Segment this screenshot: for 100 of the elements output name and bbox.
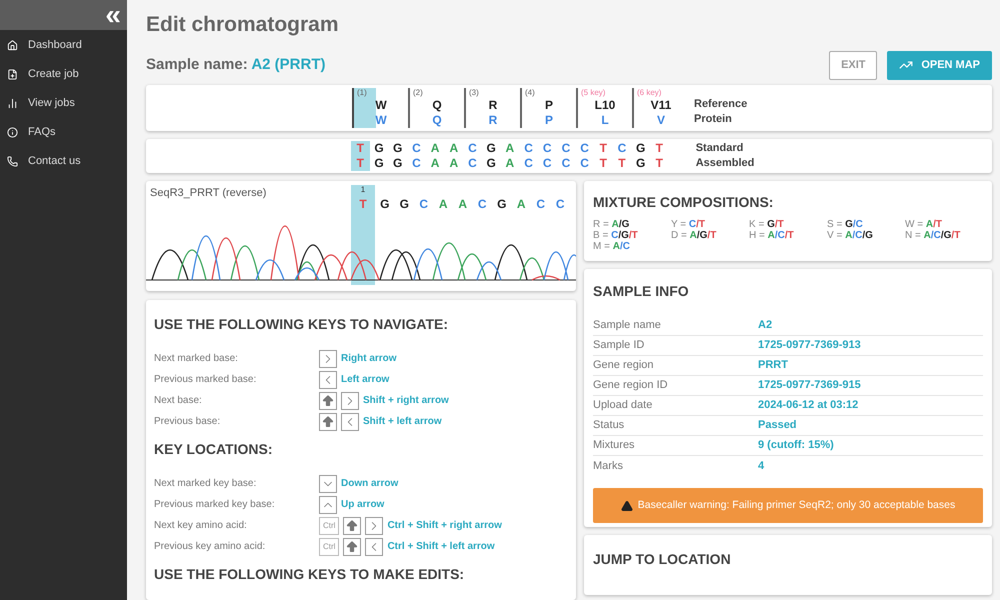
base-letter[interactable]: C: [580, 141, 589, 156]
base-letter[interactable]: A: [449, 141, 458, 156]
mixture-code: W = A/T: [905, 219, 943, 230]
codon-column[interactable]: (3) R R: [464, 88, 520, 128]
mixture-code: H = A/C/T: [749, 230, 795, 241]
base-letter[interactable]: A: [449, 156, 458, 171]
base-letter[interactable]: G: [393, 156, 402, 171]
base-letter[interactable]: C: [618, 141, 626, 156]
codon-column[interactable]: (1) W W: [352, 88, 408, 128]
reference-amino-acid: R: [488, 98, 498, 113]
section-heading: KEY LOCATIONS:: [154, 440, 274, 459]
info-label: Upload date: [593, 398, 654, 414]
base-letter[interactable]: C: [542, 156, 552, 171]
base-letter[interactable]: A: [506, 156, 514, 171]
base-letter[interactable]: G: [636, 156, 646, 171]
shortcut-keys-text: Down arrow: [341, 477, 398, 491]
base-letter[interactable]: C: [542, 141, 552, 156]
base-letter[interactable]: C: [468, 156, 477, 171]
codon-column[interactable]: (4) P P: [520, 88, 576, 128]
base-letter[interactable]: C: [412, 156, 421, 171]
shortcut-keys-text: Up arrow: [341, 498, 384, 512]
base-letter[interactable]: C: [524, 156, 533, 171]
shortcut-label: Previous key amino acid:: [154, 540, 266, 554]
info-value: Passed: [758, 418, 797, 434]
sidebar-item[interactable]: Create job: [0, 60, 127, 89]
shortcut-label: Next key amino acid:: [154, 519, 248, 533]
exit-button[interactable]: EXIT: [829, 50, 878, 80]
base-letter[interactable]: C: [472, 195, 492, 213]
base-letter[interactable]: G: [375, 195, 394, 213]
base-letter[interactable]: C: [412, 141, 421, 156]
base-letter[interactable]: G: [374, 156, 384, 171]
trace-title: SeqR3_PRRT (reverse): [149, 186, 268, 201]
base-letter[interactable]: G: [394, 195, 414, 213]
info-value: 2024-06-12 at 03:12: [758, 398, 858, 414]
sidebar-item[interactable]: Contact us: [0, 147, 127, 176]
base-letter[interactable]: G: [636, 141, 646, 156]
base-letter[interactable]: T: [618, 156, 626, 171]
base-letter[interactable]: G: [393, 141, 402, 156]
base-letter[interactable]: T: [600, 141, 607, 156]
codon-column[interactable]: (6 key) V11 V: [632, 88, 688, 128]
section-heading: USE THE FOLLOWING KEYS TO MAKE EDITS:: [154, 565, 466, 584]
base-letter[interactable]: A: [506, 141, 514, 156]
up-chevron-key-icon: [319, 496, 337, 514]
sidebar-item[interactable]: View jobs: [0, 89, 127, 118]
shortcut-label: Previous marked key base:: [154, 498, 276, 512]
base-letter[interactable]: A: [512, 195, 531, 213]
collapse-button[interactable]: «: [105, 1, 121, 29]
shortcut-keys-text: Right arrow: [341, 352, 397, 366]
row-label: Standard: [696, 141, 744, 156]
base-letter[interactable]: G: [486, 141, 496, 156]
base-letter[interactable]: T: [351, 195, 375, 213]
info-label: Mixtures: [593, 438, 636, 454]
home-icon: [7, 40, 18, 51]
codon-column[interactable]: (2) Q Q: [408, 88, 464, 128]
mixture-code: S = G/C: [827, 219, 864, 230]
base-letter[interactable]: C: [531, 195, 550, 213]
page-title: Edit chromatogram: [146, 14, 340, 35]
ctrl-key: Ctrl: [319, 516, 340, 534]
info-label: Sample ID: [593, 338, 646, 354]
base-letter[interactable]: A: [453, 195, 472, 213]
base-letter[interactable]: G: [374, 141, 384, 156]
shortcut-label: Previous marked base:: [154, 373, 258, 387]
base-letter[interactable]: T: [600, 156, 607, 171]
row-label: Protein: [694, 112, 733, 127]
base-letter[interactable]: C: [524, 141, 533, 156]
position-label: (6 key): [636, 88, 662, 98]
file-plus-icon: [7, 69, 18, 80]
position-label: (1): [356, 88, 367, 98]
base-letter[interactable]: G: [486, 156, 496, 171]
base-letter[interactable]: C: [562, 156, 570, 171]
base-letter[interactable]: T: [656, 141, 664, 156]
base-letter[interactable]: C: [414, 195, 434, 213]
open-map-button[interactable]: OPEN MAP: [887, 50, 992, 80]
base-letter[interactable]: C: [550, 195, 570, 213]
base-letter[interactable]: T: [656, 156, 664, 171]
shortcut-label: Next marked base:: [154, 352, 239, 366]
sidebar-item[interactable]: Dashboard: [0, 31, 127, 60]
info-value: PRRT: [758, 358, 788, 374]
reference-amino-acid: L10: [594, 98, 616, 113]
section-heading: JUMP TO LOCATION: [593, 550, 732, 569]
codon-column[interactable]: (5 key) L10 L: [576, 88, 632, 128]
mixture-code: D = A/G/T: [671, 230, 718, 241]
base-letter[interactable]: A: [430, 156, 440, 171]
shortcut-label: Next marked key base:: [154, 477, 258, 491]
shift-key-icon: [343, 538, 362, 556]
base-letter[interactable]: C: [468, 141, 477, 156]
section-heading: SAMPLE INFO: [593, 282, 690, 301]
base-letter[interactable]: C: [562, 141, 570, 156]
shift-key-icon: [319, 392, 337, 410]
info-label: Marks: [593, 458, 624, 474]
shortcut-keys-text: Ctrl + Shift + left arrow: [387, 540, 495, 554]
base-letter[interactable]: G: [492, 195, 512, 213]
shortcut-label: Previous base:: [154, 415, 222, 429]
base-letter[interactable]: C: [580, 156, 589, 171]
warning-text: Basecaller warning: Failing primer SeqR2; only 30 acceptable bases: [638, 498, 956, 513]
sidebar-item[interactable]: FAQs: [0, 118, 127, 147]
shortcut-keys-text: Left arrow: [341, 373, 390, 387]
base-letter[interactable]: A: [434, 195, 453, 213]
left-chevron-key-icon: [365, 538, 384, 556]
base-letter[interactable]: A: [430, 141, 440, 156]
